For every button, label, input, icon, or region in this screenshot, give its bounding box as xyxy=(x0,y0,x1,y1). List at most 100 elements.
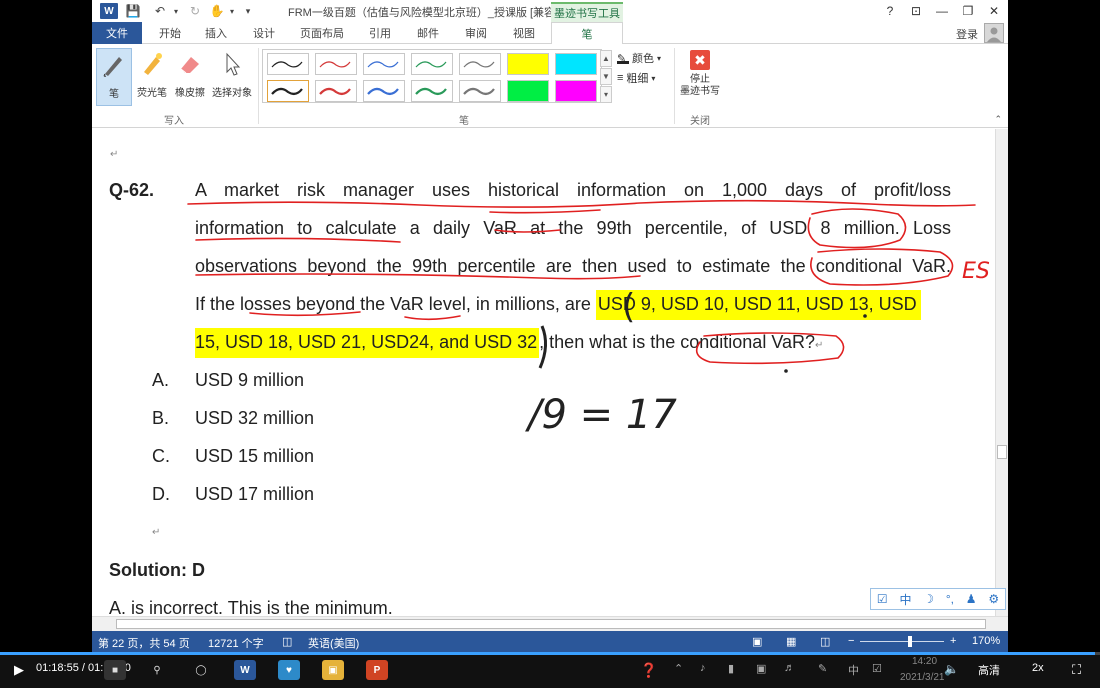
sign-in-link[interactable]: 登录 xyxy=(956,26,978,42)
close-button[interactable]: ✕ xyxy=(982,2,1006,20)
horizontal-scrollbar[interactable] xyxy=(92,616,1008,631)
touch-mode-icon[interactable]: ✋ xyxy=(208,3,226,19)
print-layout-icon[interactable]: ▦ xyxy=(786,635,796,648)
video-progress-bar[interactable] xyxy=(0,652,1100,655)
search-icon[interactable]: ⚲ xyxy=(146,660,168,680)
pen-style-swatch[interactable] xyxy=(507,80,549,102)
gallery-more-icon[interactable]: ▾ xyxy=(600,86,612,103)
redo-icon[interactable]: ↻ xyxy=(186,3,204,19)
zoom-out-button[interactable]: − xyxy=(848,635,854,647)
pen-style-swatch[interactable] xyxy=(459,80,501,102)
powerpoint-taskbar-icon[interactable]: P xyxy=(366,660,388,680)
vertical-scrollbar[interactable] xyxy=(995,129,1008,616)
tab-mailings[interactable]: 邮件 xyxy=(408,22,448,44)
ime-tray-icon[interactable]: 中 xyxy=(848,662,859,678)
network-icon[interactable]: ▣ xyxy=(756,662,766,675)
ribbon-display-button[interactable]: ⊡ xyxy=(904,2,928,20)
speed-button[interactable]: 2x xyxy=(1032,662,1044,674)
web-layout-icon[interactable]: ◫ xyxy=(820,635,830,648)
pen-color-button[interactable]: ✎ 颜色 ▾ xyxy=(617,50,661,66)
pen-style-swatch[interactable] xyxy=(555,80,597,102)
play-icon[interactable]: ▶ xyxy=(14,662,24,678)
fullscreen-icon[interactable]: ⛶ xyxy=(1072,662,1081,678)
zoom-slider-thumb[interactable] xyxy=(908,636,912,647)
zoom-slider-track[interactable] xyxy=(860,641,944,642)
pen-tool-button[interactable]: 笔 xyxy=(96,48,132,106)
ime-chinese-mode[interactable]: 中 xyxy=(899,591,911,608)
pen-style-swatch[interactable] xyxy=(411,53,453,75)
ime-punctuation-icon[interactable]: °, xyxy=(946,592,954,606)
pen-style-swatch[interactable] xyxy=(315,53,357,75)
ime-moon-icon[interactable]: ☽ xyxy=(923,592,934,606)
zoom-level[interactable]: 170% xyxy=(972,635,1000,647)
touch-dropdown-icon[interactable]: ▾ xyxy=(228,3,236,19)
quality-button[interactable]: 高清 xyxy=(978,662,1000,678)
chevron-up-icon[interactable]: ⌃ xyxy=(674,662,683,675)
tab-pen[interactable]: 笔 xyxy=(551,22,623,45)
pen-style-swatch[interactable] xyxy=(267,80,309,102)
pen-tray-icon[interactable]: ✎ xyxy=(818,662,827,675)
pen-style-swatch[interactable] xyxy=(267,53,309,75)
tab-design[interactable]: 设计 xyxy=(244,22,284,44)
volume-tray-icon[interactable]: ♬ xyxy=(784,662,795,674)
tab-insert[interactable]: 插入 xyxy=(196,22,236,44)
minimize-button[interactable]: — xyxy=(930,2,954,20)
stop-inking-button[interactable]: ✖ 停止 墨迹书写 xyxy=(678,50,722,110)
tab-review[interactable]: 审阅 xyxy=(456,22,496,44)
tab-view[interactable]: 视图 xyxy=(504,22,544,44)
pen-style-swatch[interactable] xyxy=(555,53,597,75)
option-letter-c: C. xyxy=(152,446,170,466)
pen-style-swatch[interactable] xyxy=(459,53,501,75)
restore-button[interactable]: ❐ xyxy=(956,2,980,20)
app-taskbar-icon[interactable]: ♥ xyxy=(278,660,300,680)
undo-icon[interactable]: ↶ xyxy=(150,3,170,19)
pen-thickness-button[interactable]: ≡ 粗细 ▾ xyxy=(617,70,655,86)
ime-user-icon[interactable]: ♟ xyxy=(966,592,977,606)
window-title: FRM一级百题（估值与风险模型北京班）_授课版 [兼容... xyxy=(288,7,565,19)
ime-toggle-icon[interactable]: ☑ xyxy=(877,592,888,606)
eraser-tool-button[interactable]: 橡皮擦 xyxy=(172,48,208,106)
browser-icon[interactable]: ◯ xyxy=(190,660,212,680)
pen-style-swatch[interactable] xyxy=(363,80,405,102)
select-objects-button[interactable]: 选择对象 xyxy=(210,48,254,106)
microphone-icon[interactable]: ♪ xyxy=(700,662,706,674)
ime-settings-icon[interactable]: ⚙ xyxy=(988,592,999,606)
undo-dropdown-icon[interactable]: ▾ xyxy=(172,3,180,19)
avatar[interactable] xyxy=(984,23,1004,43)
tab-references[interactable]: 引用 xyxy=(360,22,400,44)
document-page[interactable]: ↵ Q-62. A market risk manager uses histo… xyxy=(92,129,995,616)
tab-page-layout[interactable]: 页面布局 xyxy=(292,22,352,44)
pen-style-swatch[interactable] xyxy=(363,53,405,75)
start-icon[interactable]: ■ xyxy=(104,660,126,680)
highlighted-losses-2: 15, USD 18, USD 21, USD24, and USD 32 xyxy=(195,328,540,358)
language[interactable]: 英语(美国) xyxy=(308,635,359,651)
question-number: Q-62. xyxy=(109,180,155,200)
ribbon-pen: 笔 荧光笔 橡皮擦 选择对象 写入 ▲ ▼ ▾ ✎ 颜色 ▾ ≡ 粗细 ▾ 笔 … xyxy=(92,44,1008,128)
word-taskbar-icon[interactable]: W xyxy=(234,660,256,680)
notification-icon[interactable]: ☑ xyxy=(872,662,882,675)
pen-style-swatch[interactable] xyxy=(315,80,357,102)
horizontal-scroll-thumb[interactable] xyxy=(116,619,986,629)
pen-style-swatch[interactable] xyxy=(507,53,549,75)
collapse-ribbon-icon[interactable]: ⌃ xyxy=(994,114,1002,125)
tab-file[interactable]: 文件 xyxy=(92,22,142,44)
gallery-up-icon[interactable]: ▲ xyxy=(600,50,612,67)
gallery-down-icon[interactable]: ▼ xyxy=(600,68,612,85)
save-icon[interactable]: 💾 xyxy=(124,3,142,19)
help-tray-icon[interactable]: ❓ xyxy=(640,662,657,679)
proofing-icon[interactable]: ◫ xyxy=(282,635,292,648)
group-label-close: 关闭 xyxy=(690,116,710,127)
battery-icon[interactable]: ▮ xyxy=(728,662,734,675)
pen-style-swatch[interactable] xyxy=(411,80,453,102)
vertical-scroll-thumb[interactable] xyxy=(997,445,1007,459)
folder-taskbar-icon[interactable]: ▣ xyxy=(322,660,344,680)
zoom-in-button[interactable]: + xyxy=(950,635,956,647)
read-mode-icon[interactable]: ▣ xyxy=(752,635,762,648)
highlighter-tool-button[interactable]: 荧光笔 xyxy=(134,48,170,106)
volume-icon[interactable]: 🔈 xyxy=(944,662,959,676)
customize-qat-icon[interactable]: ▾ xyxy=(242,3,254,19)
page-count[interactable]: 第 22 页，共 54 页 xyxy=(98,635,190,651)
word-count[interactable]: 12721 个字 xyxy=(208,635,264,651)
tab-home[interactable]: 开始 xyxy=(150,22,190,44)
help-button[interactable]: ? xyxy=(878,2,902,20)
